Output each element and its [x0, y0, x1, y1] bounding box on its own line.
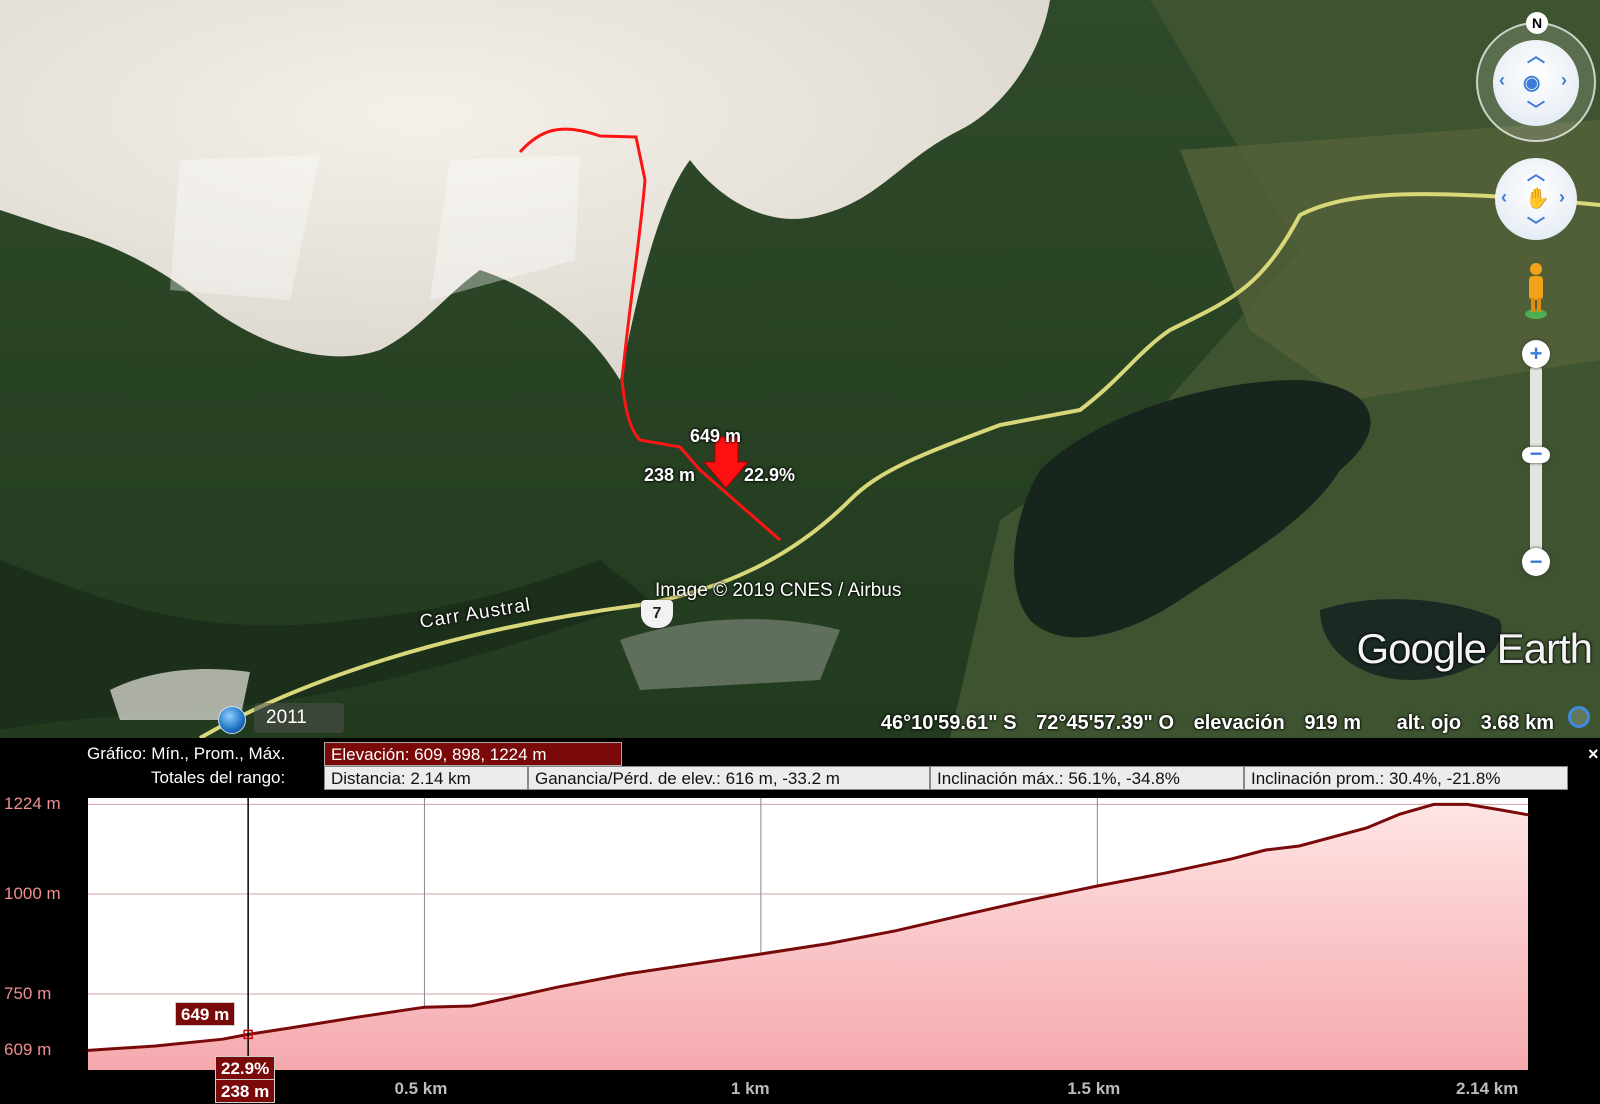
cursor-distance-tag: 238 m	[215, 1079, 276, 1103]
range-max-slope: Inclinación máx.: 56.1%, -34.8%	[930, 766, 1244, 790]
cursor-slope-tag: 22.9%	[215, 1056, 276, 1080]
eye-altitude-value: 3.68 km	[1480, 712, 1554, 734]
look-down-icon[interactable]: ﹀	[1527, 96, 1545, 122]
range-avg-slope: Inclinación prom.: 30.4%, -21.8%	[1244, 766, 1568, 790]
move-down-icon[interactable]: ﹀	[1527, 212, 1545, 238]
longitude-value: 72°45'57.39" O	[1036, 712, 1175, 734]
streaming-status-icon	[1568, 706, 1590, 728]
hover-slope-label: 22.9%	[744, 465, 796, 485]
zoom-out-button[interactable]: −	[1522, 548, 1550, 576]
move-joystick[interactable]: ︿ ﹀ ‹ › ✋	[1495, 158, 1577, 240]
google-earth-logo: Google Earth	[1356, 625, 1594, 673]
hand-icon: ✋	[1525, 188, 1550, 210]
y-tick-label: 750 m	[4, 984, 52, 1003]
logo-google-text: Google	[1356, 625, 1487, 672]
logo-earth-text: Earth	[1496, 625, 1593, 672]
hover-distance-label: 238 m	[644, 465, 696, 485]
historical-year[interactable]: 2011	[254, 703, 344, 733]
close-profile-button[interactable]: ×	[1588, 744, 1599, 765]
cursor-elevation-tag: 649 m	[175, 1002, 236, 1026]
x-tick-label: 2.14 km	[1456, 1079, 1519, 1098]
historical-imagery-control[interactable]: 2011	[218, 703, 344, 734]
range-distance: Distancia: 2.14 km	[324, 766, 528, 790]
route-shield-icon: 7	[641, 600, 673, 628]
elevation-profile-panel: Gráfico: Mín., Prom., Máx. Elevación: 60…	[0, 738, 1600, 1103]
move-right-icon[interactable]: ›	[1559, 187, 1565, 208]
historical-clock-icon[interactable]	[218, 706, 246, 734]
latitude-value: 46°10'59.61" S	[880, 712, 1017, 734]
range-totals-label: Totales del rango:	[151, 768, 286, 787]
north-indicator[interactable]: N	[1526, 12, 1548, 34]
profile-totals-row: Totales del rango: Distancia: 2.14 km Ga…	[0, 766, 1600, 790]
hover-elevation-label: 649 m	[690, 426, 742, 446]
street-view-pegman-icon[interactable]	[1524, 262, 1548, 320]
look-right-icon[interactable]: ›	[1561, 70, 1567, 91]
coordinates-readout: 46°10'59.61" S 72°45'57.39" O elevación …	[867, 712, 1554, 735]
chart-minmax-label: Gráfico: Mín., Prom., Máx.	[87, 744, 286, 763]
x-tick-label: 1 km	[730, 1079, 770, 1098]
range-gain-loss: Ganancia/Pérd. de elev.: 616 m, -33.2 m	[528, 766, 930, 790]
look-joystick[interactable]: ︿ ﹀ ‹ › ◉	[1493, 40, 1579, 126]
eye-altitude-label: alt. ojo	[1396, 712, 1462, 734]
elevation-summary: Elevación: 609, 898, 1224 m	[324, 742, 622, 766]
move-left-icon[interactable]: ‹	[1501, 187, 1507, 208]
y-tick-label: 1224 m	[4, 794, 61, 814]
move-up-icon[interactable]: ︿	[1527, 160, 1545, 186]
look-up-icon[interactable]: ︿	[1527, 42, 1545, 68]
imagery-credit: Image © 2019 CNES / Airbus	[655, 580, 902, 601]
y-tick-label: 1000 m	[4, 884, 61, 903]
zoom-in-button[interactable]: +	[1522, 340, 1550, 368]
y-tick-label: 609 m	[4, 1040, 52, 1060]
eye-icon: ◉	[1523, 72, 1541, 94]
profile-summary-row: Gráfico: Mín., Prom., Máx. Elevación: 60…	[0, 742, 1600, 766]
map-view[interactable]: 649 m 238 m 22.9% Image © 2019 CNES / Ai…	[0, 0, 1600, 738]
zoom-slider-thumb[interactable]: −	[1522, 443, 1550, 465]
elevation-label: elevación	[1193, 712, 1285, 734]
x-tick-label: 1.5 km	[1067, 1079, 1121, 1098]
elevation-value: 919 m	[1304, 712, 1362, 734]
look-left-icon[interactable]: ‹	[1499, 70, 1505, 91]
x-tick-label: 0.5 km	[394, 1079, 448, 1098]
